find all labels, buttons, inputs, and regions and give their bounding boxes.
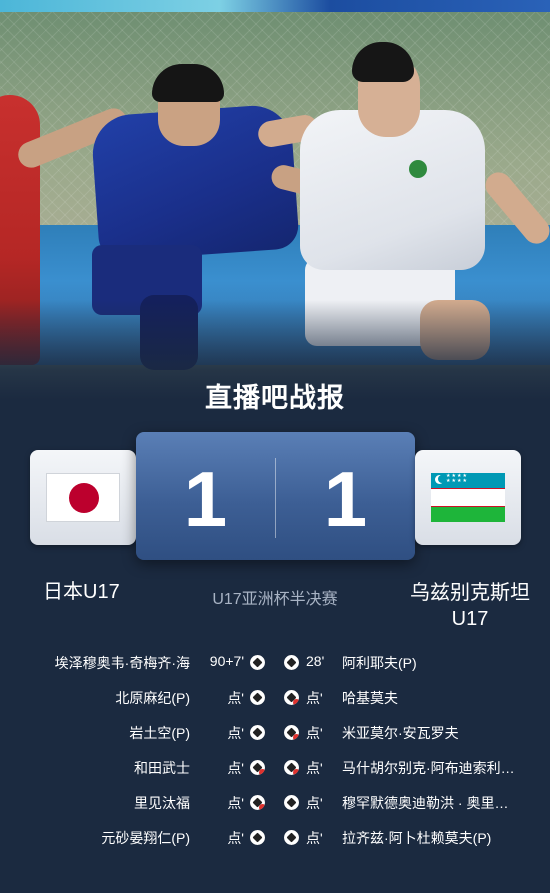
uzbekistan-flag-icon: ★★★★ ★★★★ (431, 473, 505, 522)
miss-marker-icon (293, 769, 299, 775)
away-team-name: 乌兹别克斯坦 U17 (405, 580, 535, 632)
away-scorer: 马什胡尔别克·阿布迪索利… (342, 760, 515, 776)
home-event-time: 点' (227, 725, 244, 741)
away-event-time: 28' (306, 653, 325, 669)
japan-flag-sun (69, 483, 99, 513)
flag-stripe-white (431, 489, 505, 506)
score-panel: 1 1 (136, 432, 415, 560)
home-score: 1 (183, 455, 228, 543)
home-scorer: 岩土空(P) (129, 725, 190, 741)
miss-marker-icon (259, 804, 265, 810)
missed-penalty-icon (284, 690, 299, 705)
away-flag-card: ★★★★ ★★★★ (415, 450, 521, 545)
home-event-time: 点' (227, 760, 244, 776)
match-stage: U17亚洲杯半决赛 (212, 591, 338, 608)
flag-stars: ★★★★ ★★★★ (446, 473, 468, 484)
miss-marker-icon (293, 699, 299, 705)
goal-row: 岩土空(P) 点' 点' 米亚莫尔·安瓦罗夫 (0, 723, 550, 743)
goal-row: 元砂晏翔仁(P) 点' 点' 拉齐兹·阿卜杜赖莫夫(P) (0, 828, 550, 848)
home-flag-card (30, 450, 136, 545)
japan-flag-icon (46, 473, 120, 522)
away-event-time: 点' (306, 760, 323, 776)
missed-penalty-icon (250, 795, 265, 810)
flag-stripe-green (431, 507, 505, 522)
goal-row: 埃泽穆奥韦·奇梅齐·海 90+7' 28' 阿利耶夫(P) (0, 653, 550, 673)
away-event-time: 点' (306, 830, 323, 846)
home-event-time: 90+7' (209, 653, 244, 669)
away-score: 1 (323, 455, 368, 543)
goal-row: 北原麻纪(P) 点' 点' 哈基莫夫 (0, 688, 550, 708)
football-icon (250, 690, 265, 705)
home-event-time: 点' (227, 830, 244, 846)
away-scorer: 米亚莫尔·安瓦罗夫 (342, 725, 459, 741)
away-event-time: 点' (306, 795, 323, 811)
home-scorer: 北原麻纪(P) (115, 690, 190, 706)
goal-row: 和田武士 点' 点' 马什胡尔别克·阿布迪索利… (0, 758, 550, 778)
football-icon (250, 725, 265, 740)
missed-penalty-icon (284, 760, 299, 775)
away-scorer: 哈基莫夫 (342, 690, 398, 706)
flag-crescent-cut (438, 475, 446, 483)
home-scorer: 埃泽穆奥韦·奇梅齐·海 (54, 655, 190, 671)
home-event-time: 点' (227, 690, 244, 706)
away-scorer: 阿利耶夫(P) (342, 655, 417, 671)
match-photo (0, 0, 550, 400)
football-icon (250, 830, 265, 845)
home-scorer: 元砂晏翔仁(P) (101, 830, 190, 846)
football-icon (284, 795, 299, 810)
missed-penalty-icon (284, 725, 299, 740)
football-icon (284, 655, 299, 670)
missed-penalty-icon (250, 760, 265, 775)
away-team-name-line2: U17 (451, 608, 489, 630)
away-event-time: 点' (306, 725, 323, 741)
away-scorer: 穆罕默德奥迪勒洪 · 奥里… (342, 795, 509, 811)
goal-row: 里见汰福 点' 点' 穆罕默德奥迪勒洪 · 奥里… (0, 793, 550, 813)
photo-top-banner (0, 0, 550, 12)
home-scorer: 里见汰福 (134, 795, 190, 811)
football-icon (284, 830, 299, 845)
away-team-name-line1: 乌兹别克斯坦 (410, 582, 530, 604)
miss-marker-icon (259, 769, 265, 775)
away-event-time: 点' (306, 690, 323, 706)
home-event-time: 点' (227, 795, 244, 811)
home-team-name: 日本U17 (43, 581, 120, 603)
photo-uzbek-crest (409, 160, 427, 178)
away-scorer: 拉齐兹·阿卜杜赖莫夫(P) (342, 830, 492, 846)
miss-marker-icon (293, 734, 299, 740)
home-scorer: 和田武士 (134, 760, 190, 776)
brand-title: 直播吧战报 (205, 383, 345, 413)
football-icon (250, 655, 265, 670)
